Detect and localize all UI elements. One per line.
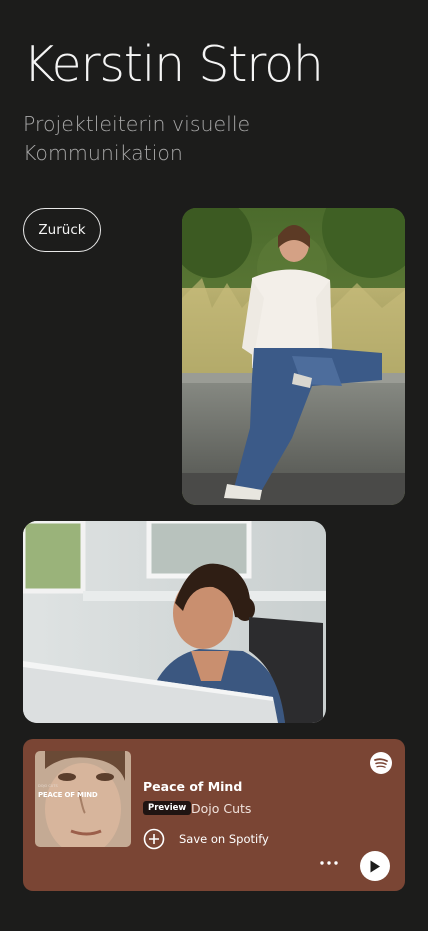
- portrait-photo-outdoor: [182, 208, 405, 505]
- album-cover[interactable]: DOJO CUTS PEACE OF MIND: [35, 751, 131, 847]
- play-button[interactable]: [360, 851, 390, 881]
- page-subtitle: Projektleiterin visuelle Kommunikation: [23, 112, 251, 165]
- spotify-embed: DOJO CUTS PEACE OF MIND Peace of Mind Pr…: [23, 739, 405, 891]
- artist-name[interactable]: Dojo Cuts: [191, 801, 251, 816]
- cover-artist-text: DOJO CUTS: [38, 784, 58, 788]
- cover-title-text: PEACE OF MIND: [38, 791, 98, 799]
- play-icon: [370, 860, 380, 872]
- preview-badge: Preview: [143, 801, 192, 815]
- portrait-photo-office: [23, 521, 326, 723]
- add-circle-icon[interactable]: [143, 828, 165, 850]
- back-button[interactable]: Zurück: [23, 208, 101, 252]
- save-on-spotify-link[interactable]: Save on Spotify: [179, 832, 269, 846]
- more-horizontal-icon[interactable]: [318, 852, 340, 874]
- track-title[interactable]: Peace of Mind: [143, 779, 242, 794]
- page-title: Kerstin Stroh: [23, 36, 324, 93]
- spotify-logo-icon[interactable]: [369, 751, 393, 775]
